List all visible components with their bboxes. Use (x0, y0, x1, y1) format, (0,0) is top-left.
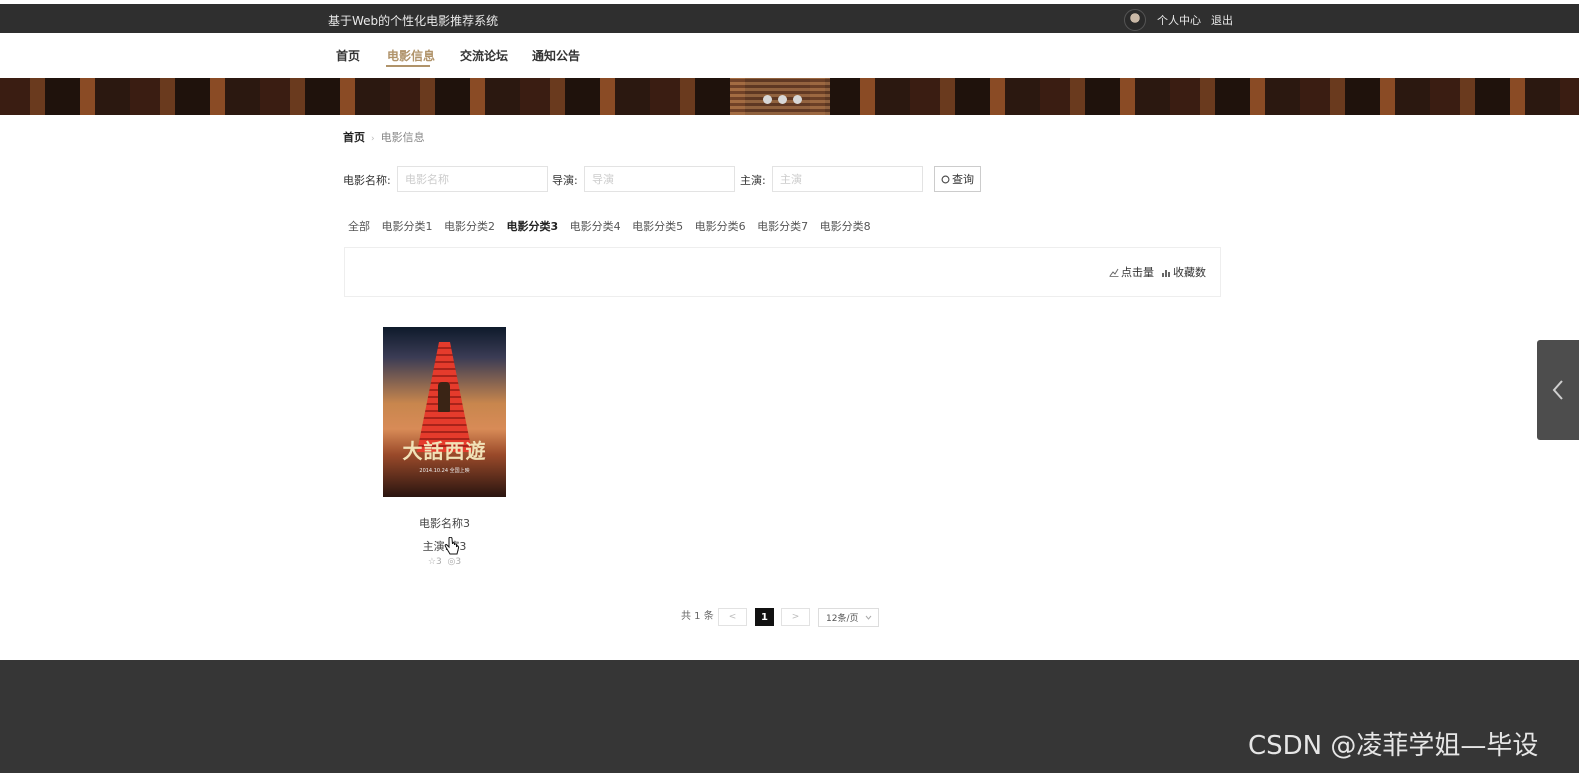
sort-clicks-label: 点击量 (1121, 266, 1154, 279)
nav-item-notices[interactable]: 通知公告 (532, 47, 580, 64)
top-bar: 基于Web的个性化电影推荐系统 个人中心 退出 (0, 4, 1579, 33)
bar-chart-icon (1162, 269, 1170, 277)
pagination-total: 共 1 条 (681, 611, 714, 622)
movie-name-label: 电影名称: (343, 174, 391, 187)
hand-cursor-icon (444, 537, 460, 555)
page-size-value: 12条/页 (826, 614, 859, 624)
site-title: 基于Web的个性化电影推荐系统 (328, 14, 499, 28)
page-size-select[interactable]: 12条/页 (818, 608, 879, 627)
category-all[interactable]: 全部 (348, 218, 370, 234)
breadcrumb-home[interactable]: 首页 (343, 131, 365, 144)
pagination-current-page[interactable]: 1 (755, 608, 774, 626)
nav-item-home[interactable]: 首页 (336, 47, 360, 64)
poster-tagline: 2014.10.24 全国上映 (419, 468, 470, 474)
poster-figure (438, 382, 450, 412)
nav-item-movies[interactable]: 电影信息 (387, 47, 435, 64)
nav-active-underline (386, 65, 430, 67)
director-label: 导演: (552, 174, 578, 187)
profile-link[interactable]: 个人中心 (1157, 12, 1201, 28)
carousel-dot-1[interactable] (763, 95, 772, 104)
main-nav: 首页 电影信息 交流论坛 通知公告 (0, 33, 1579, 78)
sort-favorites-label: 收藏数 (1173, 266, 1206, 279)
breadcrumb-current: 电影信息 (380, 131, 425, 144)
carousel-dot-2[interactable] (778, 95, 787, 104)
logout-link[interactable]: 退出 (1211, 12, 1233, 28)
actor-input[interactable] (772, 166, 923, 192)
movie-name-input[interactable] (397, 166, 548, 192)
sort-by-favorites[interactable]: 收藏数 (1161, 264, 1206, 280)
category-3[interactable]: 电影分类3 (507, 218, 559, 234)
chevron-down-icon (865, 615, 871, 620)
director-input[interactable] (584, 166, 735, 192)
category-1[interactable]: 电影分类1 (382, 218, 433, 234)
fav-count: 3 (435, 557, 442, 567)
star-icon: ☆ (427, 557, 436, 567)
view-count: 3 (455, 557, 462, 567)
poster-title: 大話西遊 (402, 439, 487, 463)
carousel-dot-3[interactable] (793, 95, 802, 104)
actor-label: 主演: (740, 174, 766, 187)
watermark: CSDN @凌菲学姐—毕设 (1248, 731, 1539, 761)
nav-item-forum[interactable]: 交流论坛 (460, 47, 508, 64)
sort-by-clicks[interactable]: 点击量 (1109, 264, 1154, 280)
pagination-next-button[interactable]: > (781, 608, 810, 626)
category-8[interactable]: 电影分类8 (820, 218, 871, 234)
search-button[interactable]: 查询 (934, 166, 981, 192)
search-button-label: 查询 (952, 173, 974, 186)
search-icon (941, 175, 950, 183)
category-2[interactable]: 电影分类2 (444, 218, 495, 234)
chevron-left-icon (1552, 380, 1563, 400)
category-5[interactable]: 电影分类5 (632, 218, 683, 234)
pagination-prev-button[interactable]: < (718, 608, 747, 626)
sort-bar: 点击量 收藏数 (344, 247, 1221, 297)
category-4[interactable]: 电影分类4 (570, 218, 621, 234)
movie-stats: ☆3 ◎3 (383, 557, 506, 567)
movie-poster[interactable]: 大話西遊 2014.10.24 全国上映 (383, 327, 506, 497)
breadcrumb-separator: › (371, 134, 375, 144)
category-list: 全部 电影分类1 电影分类2 电影分类3 电影分类4 电影分类5 电影分类6 电… (348, 218, 879, 234)
movie-name[interactable]: 电影名称3 (383, 515, 506, 531)
breadcrumb: 首页 › 电影信息 (343, 129, 425, 145)
category-7[interactable]: 电影分类7 (757, 218, 808, 234)
user-avatar[interactable] (1124, 9, 1146, 31)
category-6[interactable]: 电影分类6 (695, 218, 746, 234)
line-chart-icon (1109, 268, 1119, 277)
side-collapse-button[interactable] (1537, 340, 1579, 440)
